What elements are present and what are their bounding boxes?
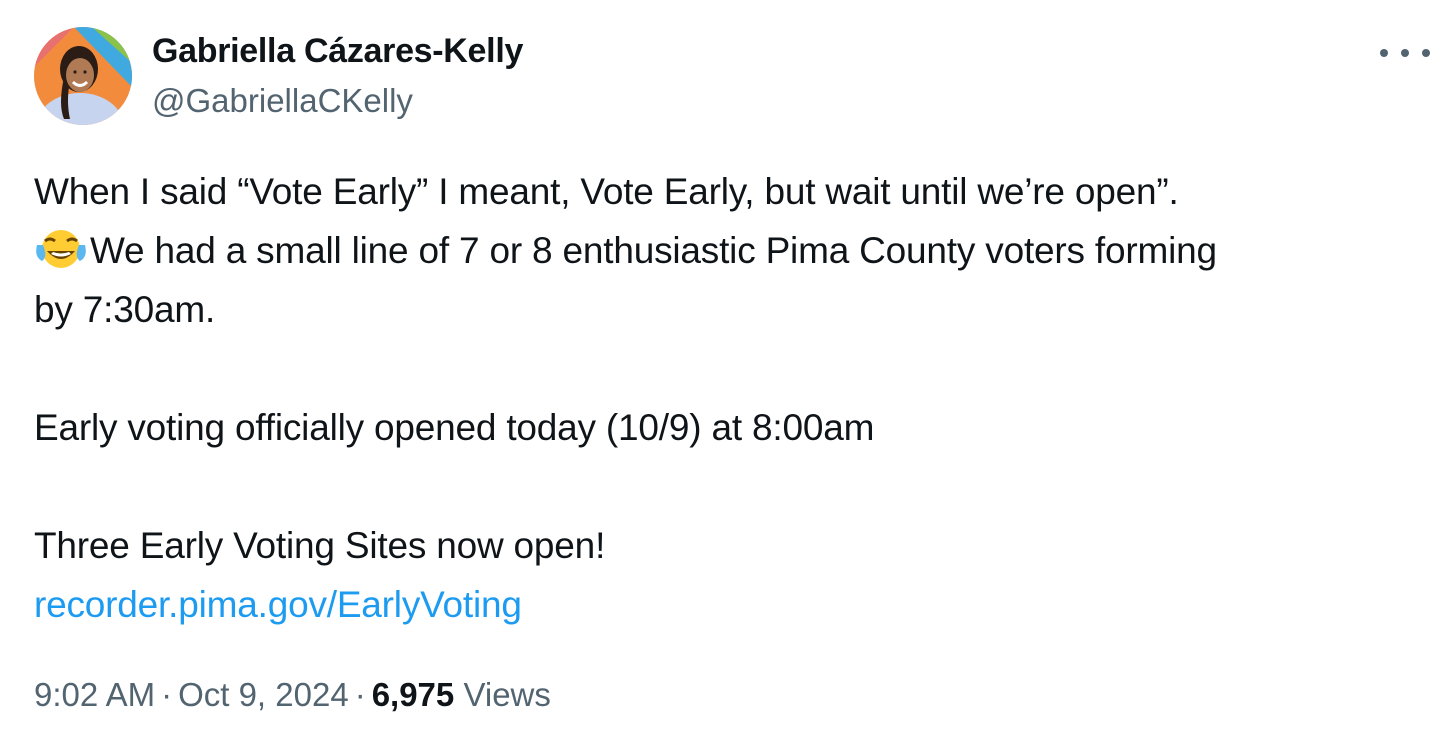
avatar[interactable] (34, 27, 132, 125)
paragraph-break (34, 457, 1434, 516)
avatar-image (34, 27, 132, 125)
more-options-icon[interactable] (1380, 38, 1430, 68)
meta-separator: · (161, 676, 173, 713)
tweet-line-1: When I said “Vote Early” I meant, Vote E… (34, 171, 1179, 212)
tweet-line-5: Three Early Voting Sites now open! (34, 525, 606, 566)
more-dot (1422, 49, 1430, 57)
more-dot (1401, 49, 1409, 57)
author-handle[interactable]: @GabriellaCKelly (152, 82, 413, 120)
tweet-line-2: We had a small line of 7 or 8 enthusiast… (34, 221, 1434, 280)
views-count: 6,975 (371, 676, 455, 713)
tweet-line-3: by 7:30am. (34, 289, 216, 330)
tweet-meta: 9:02 AM · Oct 9, 2024 · 6,975 Views (34, 676, 551, 714)
meta-separator: · (354, 676, 366, 713)
tweet-date[interactable]: Oct 9, 2024 (178, 676, 349, 713)
tweet-line-2-text: We had a small line of 7 or 8 enthusiast… (90, 230, 1217, 271)
early-voting-link[interactable]: recorder.pima.gov/EarlyVoting (34, 584, 522, 625)
tweet-link-line: recorder.pima.gov/EarlyVoting (34, 575, 1434, 634)
views-label: Views (463, 676, 551, 713)
paragraph-break (34, 339, 1434, 398)
more-dot (1380, 49, 1388, 57)
tweet-text: When I said “Vote Early” I meant, Vote E… (34, 162, 1434, 634)
tweet-line-4: Early voting officially opened today (10… (34, 407, 875, 448)
tweet-time[interactable]: 9:02 AM (34, 676, 155, 713)
author-name[interactable]: Gabriella Cázares-Kelly (152, 32, 523, 71)
face-with-tears-of-joy-emoji (36, 230, 86, 268)
tweet-card: Gabriella Cázares-Kelly @GabriellaCKelly… (0, 0, 1456, 754)
